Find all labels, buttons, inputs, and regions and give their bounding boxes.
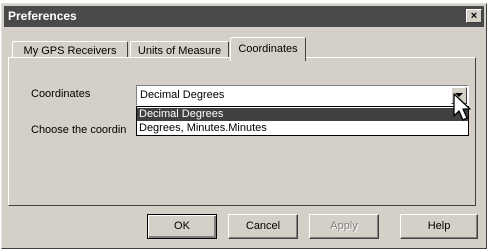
window-title: Preferences [8,9,77,23]
apply-label: Apply [330,220,358,232]
tab-label: My GPS Receivers [23,45,117,57]
cancel-label: Cancel [245,220,281,232]
coordinates-dropdown-list: Decimal Degrees Degrees, Minutes.Minutes [136,106,469,136]
cancel-button[interactable]: Cancel [228,214,298,239]
close-button[interactable]: × [466,9,482,23]
ok-button[interactable]: OK [147,214,217,239]
tab-label: Units of Measure [137,45,222,57]
choose-coordinates-label: Choose the coordin [31,124,127,136]
tab-coordinates[interactable]: Coordinates [230,37,306,61]
title-bar[interactable]: Preferences × [4,6,484,27]
tab-label: Coordinates [238,43,298,55]
coordinates-combobox[interactable]: Decimal Degrees [136,85,469,106]
close-icon: × [470,10,478,22]
apply-button[interactable]: Apply [309,214,379,239]
mouse-pointer-icon [453,93,471,121]
coordinates-label: Coordinates [31,88,91,100]
dropdown-option-decimal-degrees[interactable]: Decimal Degrees [137,108,468,121]
ok-label: OK [174,220,190,232]
dropdown-option-degrees-minutes[interactable]: Degrees, Minutes.Minutes [137,122,468,135]
help-button[interactable]: Help [400,214,478,239]
help-label: Help [427,220,451,232]
combo-value: Decimal Degrees [140,89,225,101]
